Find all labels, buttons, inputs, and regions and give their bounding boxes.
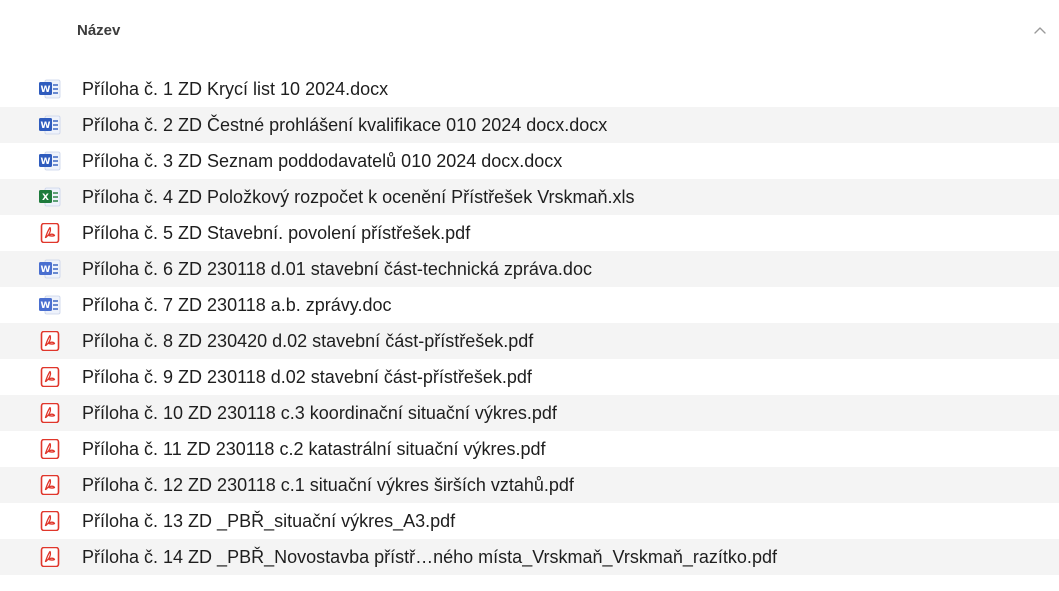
file-name: Příloha č. 14 ZD _PBŘ_Novostavba přístř…… (82, 547, 777, 567)
file-list: W Příloha č. 1 ZD Krycí list 10 2024.docx… (0, 71, 1059, 575)
pdf-icon (38, 366, 62, 388)
pdf-icon (38, 438, 62, 460)
file-row[interactable]: Příloha č. 11 ZD 230118 c.2 katastrální … (0, 431, 1059, 467)
svg-text:W: W (41, 121, 51, 131)
file-row[interactable]: X Příloha č. 4 ZD Položkový rozpočet k oc… (0, 179, 1059, 215)
svg-text:W: W (41, 301, 51, 311)
file-name: Příloha č. 8 ZD 230420 d.02 stavební čás… (82, 331, 534, 351)
file-row[interactable]: W Příloha č. 2 ZD Čestné prohlášení kvali… (0, 107, 1059, 143)
pdf-icon (38, 546, 62, 568)
svg-text:W: W (41, 157, 51, 167)
file-row[interactable]: Příloha č. 12 ZD 230118 c.1 situační výk… (0, 467, 1059, 503)
excel-xls-icon: X (38, 187, 62, 207)
pdf-icon (38, 222, 62, 244)
pdf-icon (38, 510, 62, 532)
file-row[interactable]: W Příloha č. 6 ZD 230118 d.01 stavební čá… (0, 251, 1059, 287)
file-row[interactable]: Příloha č. 9 ZD 230118 d.02 stavební čás… (0, 359, 1059, 395)
pdf-icon (38, 330, 62, 352)
file-row[interactable]: W Příloha č. 7 ZD 230118 a.b. zprávy.doc (0, 287, 1059, 323)
file-row[interactable]: W Příloha č. 1 ZD Krycí list 10 2024.docx (0, 71, 1059, 107)
pdf-icon (38, 402, 62, 424)
file-name: Příloha č. 7 ZD 230118 a.b. zprávy.doc (82, 295, 392, 315)
file-name: Příloha č. 9 ZD 230118 d.02 stavební čás… (82, 367, 532, 387)
file-name: Příloha č. 5 ZD Stavební. povolení příst… (82, 223, 471, 243)
file-name: Příloha č. 6 ZD 230118 d.01 stavební čás… (82, 259, 592, 279)
file-row[interactable]: Příloha č. 10 ZD 230118 c.3 koordinační … (0, 395, 1059, 431)
file-name: Příloha č. 4 ZD Položkový rozpočet k oce… (82, 187, 635, 207)
file-name: Příloha č. 1 ZD Krycí list 10 2024.docx (82, 79, 389, 99)
name-column-header[interactable]: Název (77, 22, 120, 39)
file-row[interactable]: Příloha č. 8 ZD 230420 d.02 stavební čás… (0, 323, 1059, 359)
file-row[interactable]: Příloha č. 13 ZD _PBŘ_situační výkres_A3… (0, 503, 1059, 539)
word-docx-icon: W (38, 79, 62, 99)
finder-list-view: Název W Příloha č. 1 ZD Krycí list 10 202… (0, 0, 1059, 591)
file-name: Příloha č. 2 ZD Čestné prohlášení kvalif… (82, 115, 608, 135)
file-name: Příloha č. 12 ZD 230118 c.1 situační výk… (82, 475, 574, 495)
sort-ascending-chevron-icon[interactable] (1033, 25, 1047, 35)
file-name: Příloha č. 13 ZD _PBŘ_situační výkres_A3… (82, 511, 456, 531)
pdf-icon (38, 474, 62, 496)
svg-text:X: X (42, 193, 49, 203)
file-name: Příloha č. 11 ZD 230118 c.2 katastrální … (82, 439, 546, 459)
file-name: Příloha č. 3 ZD Seznam poddodavatelů 010… (82, 151, 563, 171)
file-row[interactable]: Příloha č. 14 ZD _PBŘ_Novostavba přístř…… (0, 539, 1059, 575)
file-row[interactable]: W Příloha č. 3 ZD Seznam poddodavatelů 01… (0, 143, 1059, 179)
file-row[interactable]: Příloha č. 5 ZD Stavební. povolení příst… (0, 215, 1059, 251)
file-name: Příloha č. 10 ZD 230118 c.3 koordinační … (82, 403, 557, 423)
svg-text:W: W (41, 85, 51, 95)
word-doc-icon: W (38, 259, 62, 279)
column-header: Název (0, 0, 1059, 64)
word-docx-icon: W (38, 115, 62, 135)
svg-text:W: W (41, 265, 51, 275)
word-doc-icon: W (38, 295, 62, 315)
word-docx-icon: W (38, 151, 62, 171)
